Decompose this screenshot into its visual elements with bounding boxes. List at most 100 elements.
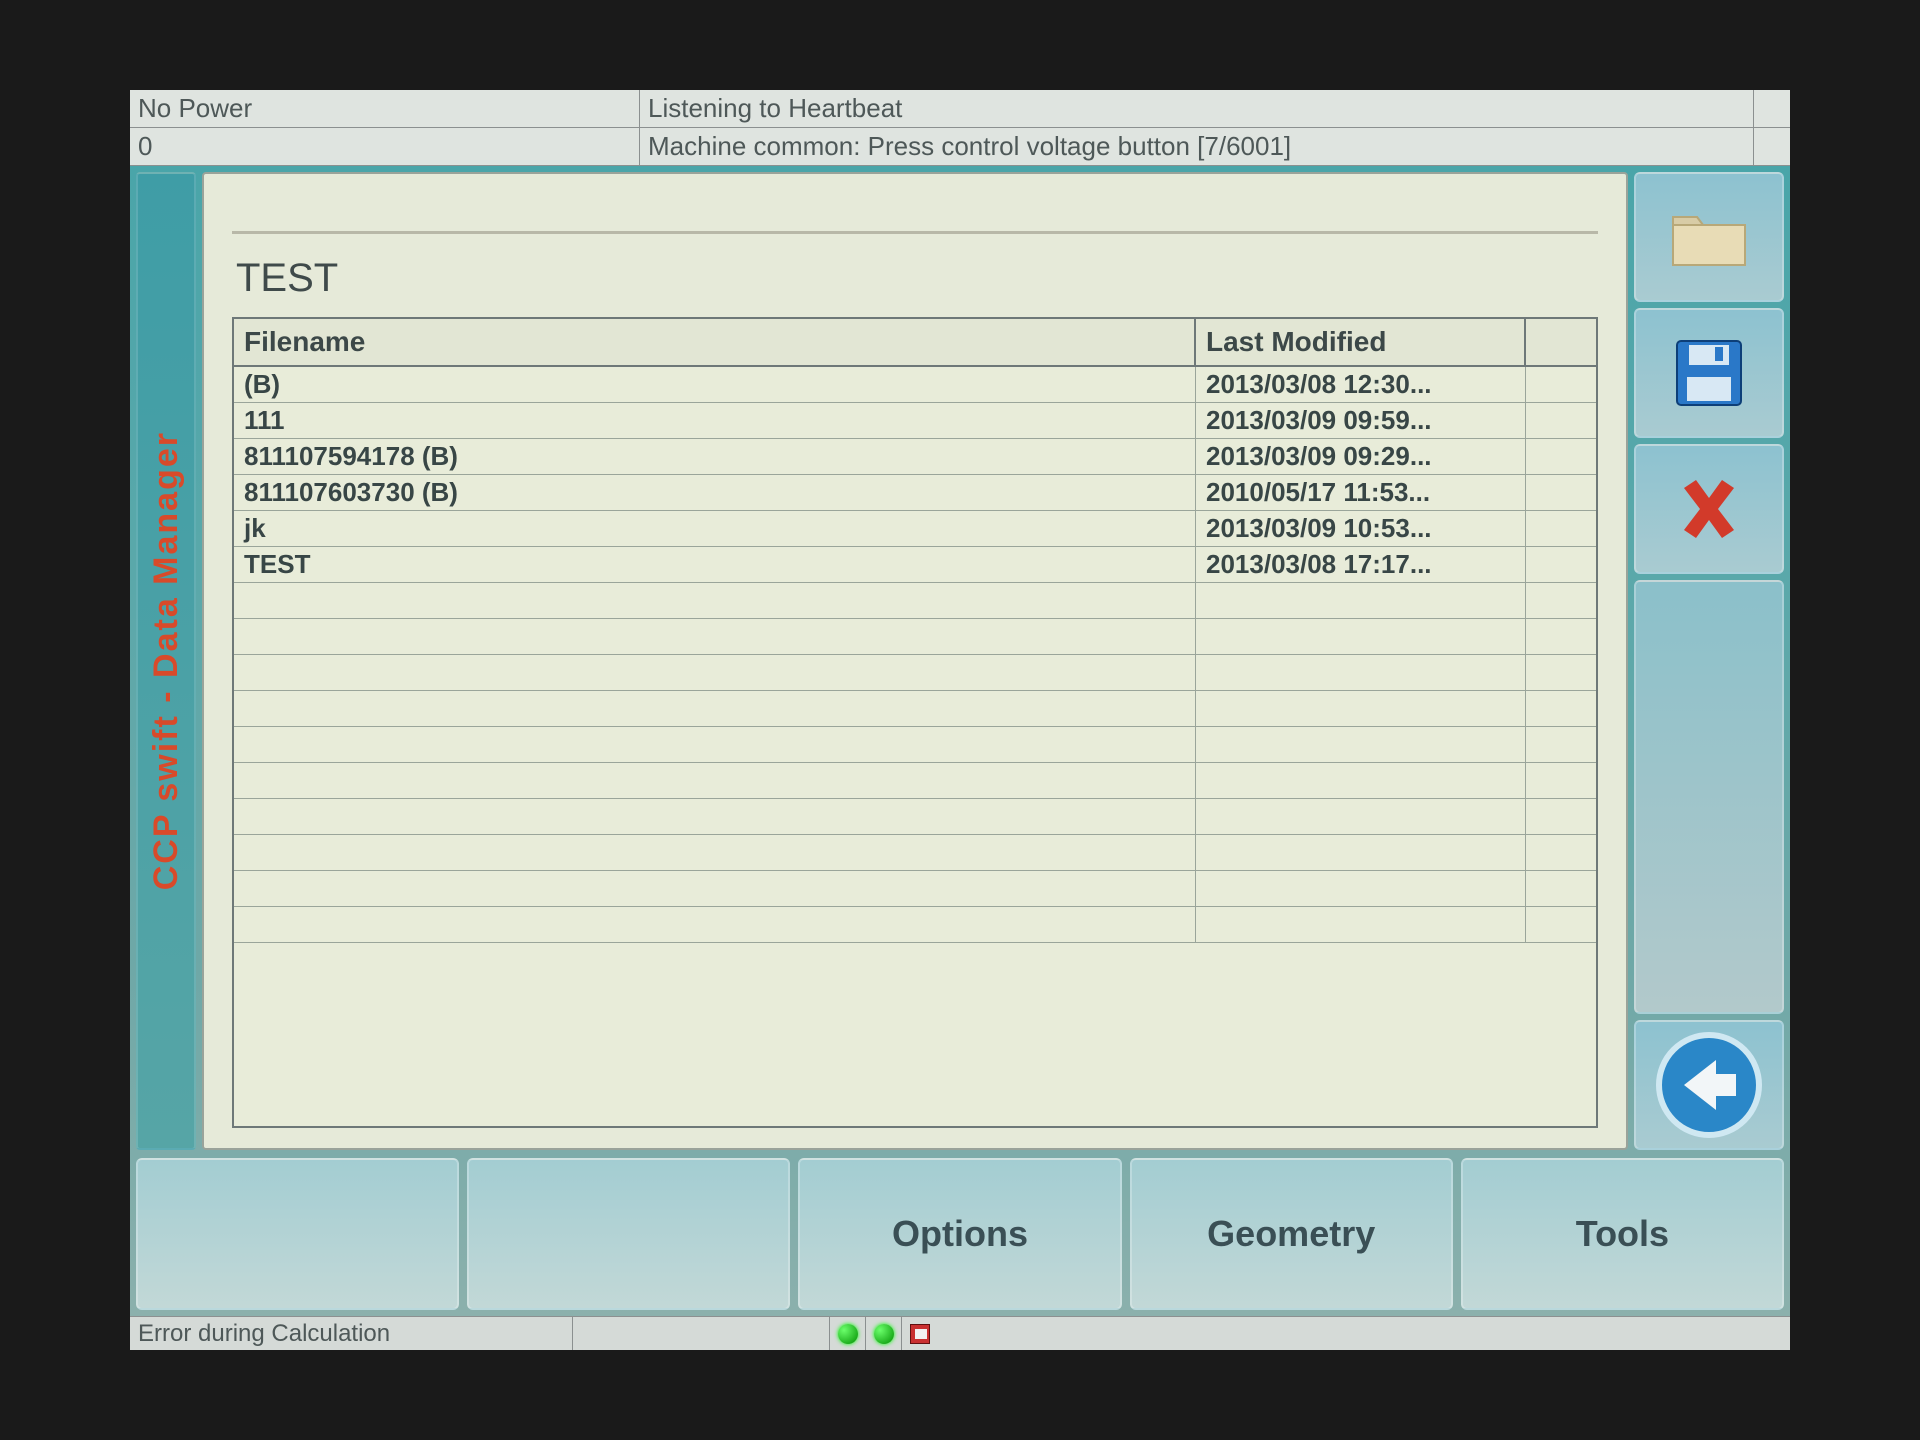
cell-extra	[1526, 475, 1596, 510]
table-row[interactable]: TEST2013/03/08 17:17...	[234, 547, 1596, 583]
cell-extra	[1526, 511, 1596, 546]
cell-extra	[1526, 835, 1596, 870]
app-title: CCP swift - Data Manager	[147, 431, 186, 890]
disk-icon	[910, 1324, 930, 1344]
cell-filename	[234, 763, 1196, 798]
status-message: Machine common: Press control voltage bu…	[640, 128, 1754, 165]
status-heartbeat: Listening to Heartbeat	[640, 90, 1754, 127]
cell-filename	[234, 583, 1196, 618]
cell-extra	[1526, 583, 1596, 618]
cell-filename: 111	[234, 403, 1196, 438]
table-row	[234, 655, 1596, 691]
back-button[interactable]	[1634, 1020, 1784, 1150]
cell-last-modified	[1196, 691, 1526, 726]
cell-extra	[1526, 727, 1596, 762]
save-button[interactable]	[1634, 308, 1784, 438]
cell-extra	[1526, 763, 1596, 798]
led-green-icon	[838, 1324, 858, 1344]
delete-button[interactable]	[1634, 444, 1784, 574]
cell-last-modified: 2013/03/09 10:53...	[1196, 511, 1526, 546]
status-led-1	[829, 1317, 865, 1350]
bottom-btn-1[interactable]	[136, 1158, 459, 1310]
cell-extra	[1526, 619, 1596, 654]
right-toolbar	[1634, 172, 1784, 1150]
bottom-toolbar: Options Geometry Tools	[136, 1150, 1784, 1310]
cell-filename	[234, 691, 1196, 726]
table-row	[234, 727, 1596, 763]
table-row	[234, 799, 1596, 835]
led-green-icon	[874, 1324, 894, 1344]
status-gutter-2	[1754, 128, 1790, 165]
geometry-button[interactable]: Geometry	[1130, 1158, 1453, 1310]
cell-extra	[1526, 871, 1596, 906]
cell-filename: (B)	[234, 367, 1196, 402]
cell-filename	[234, 619, 1196, 654]
cell-extra	[1526, 439, 1596, 474]
cell-filename: jk	[234, 511, 1196, 546]
table-row[interactable]: (B)2013/03/08 12:30...	[234, 367, 1596, 403]
col-filename[interactable]: Filename	[234, 319, 1196, 365]
status-gutter-1	[1754, 90, 1790, 127]
cell-last-modified: 2013/03/09 09:29...	[1196, 439, 1526, 474]
app-title-bar: CCP swift - Data Manager	[136, 172, 196, 1150]
screen: No Power Listening to Heartbeat 0 Machin…	[130, 90, 1790, 1350]
cell-extra	[1526, 367, 1596, 402]
cell-last-modified	[1196, 727, 1526, 762]
cell-last-modified	[1196, 835, 1526, 870]
table-row	[234, 871, 1596, 907]
cell-last-modified: 2013/03/09 09:59...	[1196, 403, 1526, 438]
table-row	[234, 835, 1596, 871]
cell-last-modified	[1196, 799, 1526, 834]
cell-filename	[234, 655, 1196, 690]
table-row	[234, 907, 1596, 943]
workspace-top: CCP swift - Data Manager TEST Filename L…	[136, 172, 1784, 1150]
cell-last-modified	[1196, 907, 1526, 942]
cell-extra	[1526, 403, 1596, 438]
footer-bar: Error during Calculation	[130, 1316, 1790, 1350]
cell-extra	[1526, 655, 1596, 690]
open-folder-button[interactable]	[1634, 172, 1784, 302]
file-table[interactable]: Filename Last Modified (B)2013/03/08 12:…	[232, 317, 1598, 1128]
cell-last-modified	[1196, 583, 1526, 618]
table-row[interactable]: 811107603730 (B)2010/05/17 11:53...	[234, 475, 1596, 511]
cell-last-modified: 2010/05/17 11:53...	[1196, 475, 1526, 510]
floppy-icon	[1673, 337, 1745, 409]
back-arrow-icon	[1654, 1030, 1764, 1140]
cell-last-modified	[1196, 655, 1526, 690]
cell-last-modified: 2013/03/08 12:30...	[1196, 367, 1526, 402]
cell-extra	[1526, 547, 1596, 582]
cell-filename	[234, 835, 1196, 870]
cell-filename: 811107594178 (B)	[234, 439, 1196, 474]
cell-filename: TEST	[234, 547, 1196, 582]
table-row[interactable]: 1112013/03/09 09:59...	[234, 403, 1596, 439]
cell-last-modified	[1196, 871, 1526, 906]
table-row	[234, 619, 1596, 655]
folder-icon	[1669, 205, 1749, 269]
table-body: (B)2013/03/08 12:30...1112013/03/09 09:5…	[234, 367, 1596, 1126]
footer-message: Error during Calculation	[130, 1317, 573, 1350]
table-row	[234, 691, 1596, 727]
cell-extra	[1526, 799, 1596, 834]
cell-filename	[234, 727, 1196, 762]
status-led-3	[901, 1317, 937, 1350]
col-last-modified[interactable]: Last Modified	[1196, 319, 1526, 365]
cell-last-modified	[1196, 619, 1526, 654]
cell-filename	[234, 871, 1196, 906]
status-bars: No Power Listening to Heartbeat 0 Machin…	[130, 90, 1790, 166]
options-button[interactable]: Options	[798, 1158, 1121, 1310]
table-row[interactable]: 811107594178 (B)2013/03/09 09:29...	[234, 439, 1596, 475]
status-power: No Power	[130, 90, 640, 127]
table-row	[234, 763, 1596, 799]
right-filler	[1634, 580, 1784, 1014]
current-directory: TEST	[232, 252, 1598, 317]
cell-last-modified	[1196, 763, 1526, 798]
status-led-2	[865, 1317, 901, 1350]
cell-filename	[234, 799, 1196, 834]
table-row[interactable]: jk2013/03/09 10:53...	[234, 511, 1596, 547]
status-row-1: No Power Listening to Heartbeat	[130, 90, 1790, 128]
status-row-2: 0 Machine common: Press control voltage …	[130, 128, 1790, 166]
bottom-btn-2[interactable]	[467, 1158, 790, 1310]
table-header: Filename Last Modified	[234, 319, 1596, 367]
cell-filename: 811107603730 (B)	[234, 475, 1196, 510]
tools-button[interactable]: Tools	[1461, 1158, 1784, 1310]
